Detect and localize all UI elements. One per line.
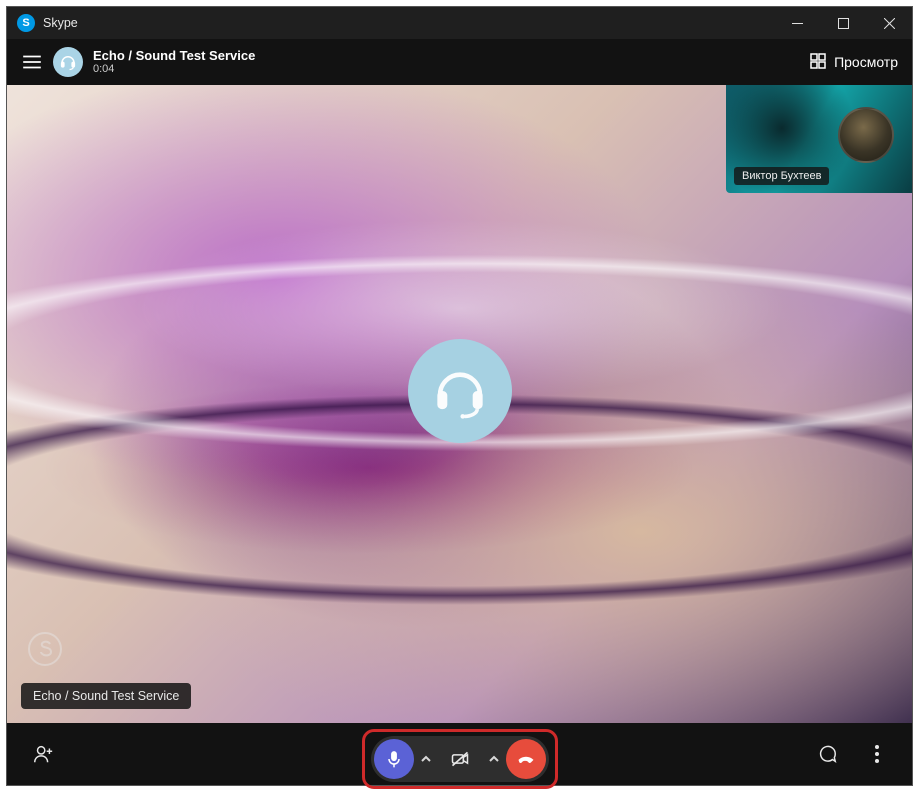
view-toggle-button[interactable]: Просмотр	[810, 53, 898, 72]
skype-watermark-icon	[25, 629, 65, 669]
contact-name: Echo / Sound Test Service	[93, 49, 255, 63]
camera-button[interactable]	[438, 739, 482, 779]
chat-button[interactable]	[814, 741, 840, 767]
more-dots-icon	[875, 745, 879, 763]
video-area: Виктор Бухтеев Echo / Sound Test Service	[7, 85, 912, 723]
self-avatar	[838, 107, 894, 163]
window-close-button[interactable]	[866, 7, 912, 39]
call-controls	[371, 736, 549, 782]
window-title: Skype	[43, 16, 78, 30]
camera-options-chevron[interactable]	[484, 739, 504, 779]
microphone-options-chevron[interactable]	[416, 739, 436, 779]
microphone-button[interactable]	[374, 739, 414, 779]
caption-label: Echo / Sound Test Service	[21, 683, 191, 709]
contact-avatar-small	[53, 47, 83, 77]
more-options-button[interactable]	[864, 741, 890, 767]
contact-info: Echo / Sound Test Service 0:04	[93, 49, 255, 75]
app-icon: S	[17, 14, 35, 32]
skype-window: S Skype Echo / Sound Test Service 0:04	[6, 6, 913, 786]
self-video-pip[interactable]: Виктор Бухтеев	[726, 85, 912, 193]
call-controls-highlight	[362, 729, 558, 789]
window-titlebar: S Skype	[7, 7, 912, 39]
add-participant-button[interactable]	[29, 740, 57, 768]
bottom-bar	[7, 723, 912, 785]
call-duration: 0:04	[93, 63, 255, 75]
menu-icon[interactable]	[21, 51, 43, 73]
window-maximize-button[interactable]	[820, 7, 866, 39]
call-header: Echo / Sound Test Service 0:04 Просмотр	[7, 39, 912, 85]
end-call-button[interactable]	[506, 739, 546, 779]
window-minimize-button[interactable]	[774, 7, 820, 39]
self-name-label: Виктор Бухтеев	[734, 167, 829, 185]
grid-icon	[810, 53, 826, 72]
view-toggle-label: Просмотр	[834, 54, 898, 70]
contact-avatar-large	[408, 339, 512, 443]
